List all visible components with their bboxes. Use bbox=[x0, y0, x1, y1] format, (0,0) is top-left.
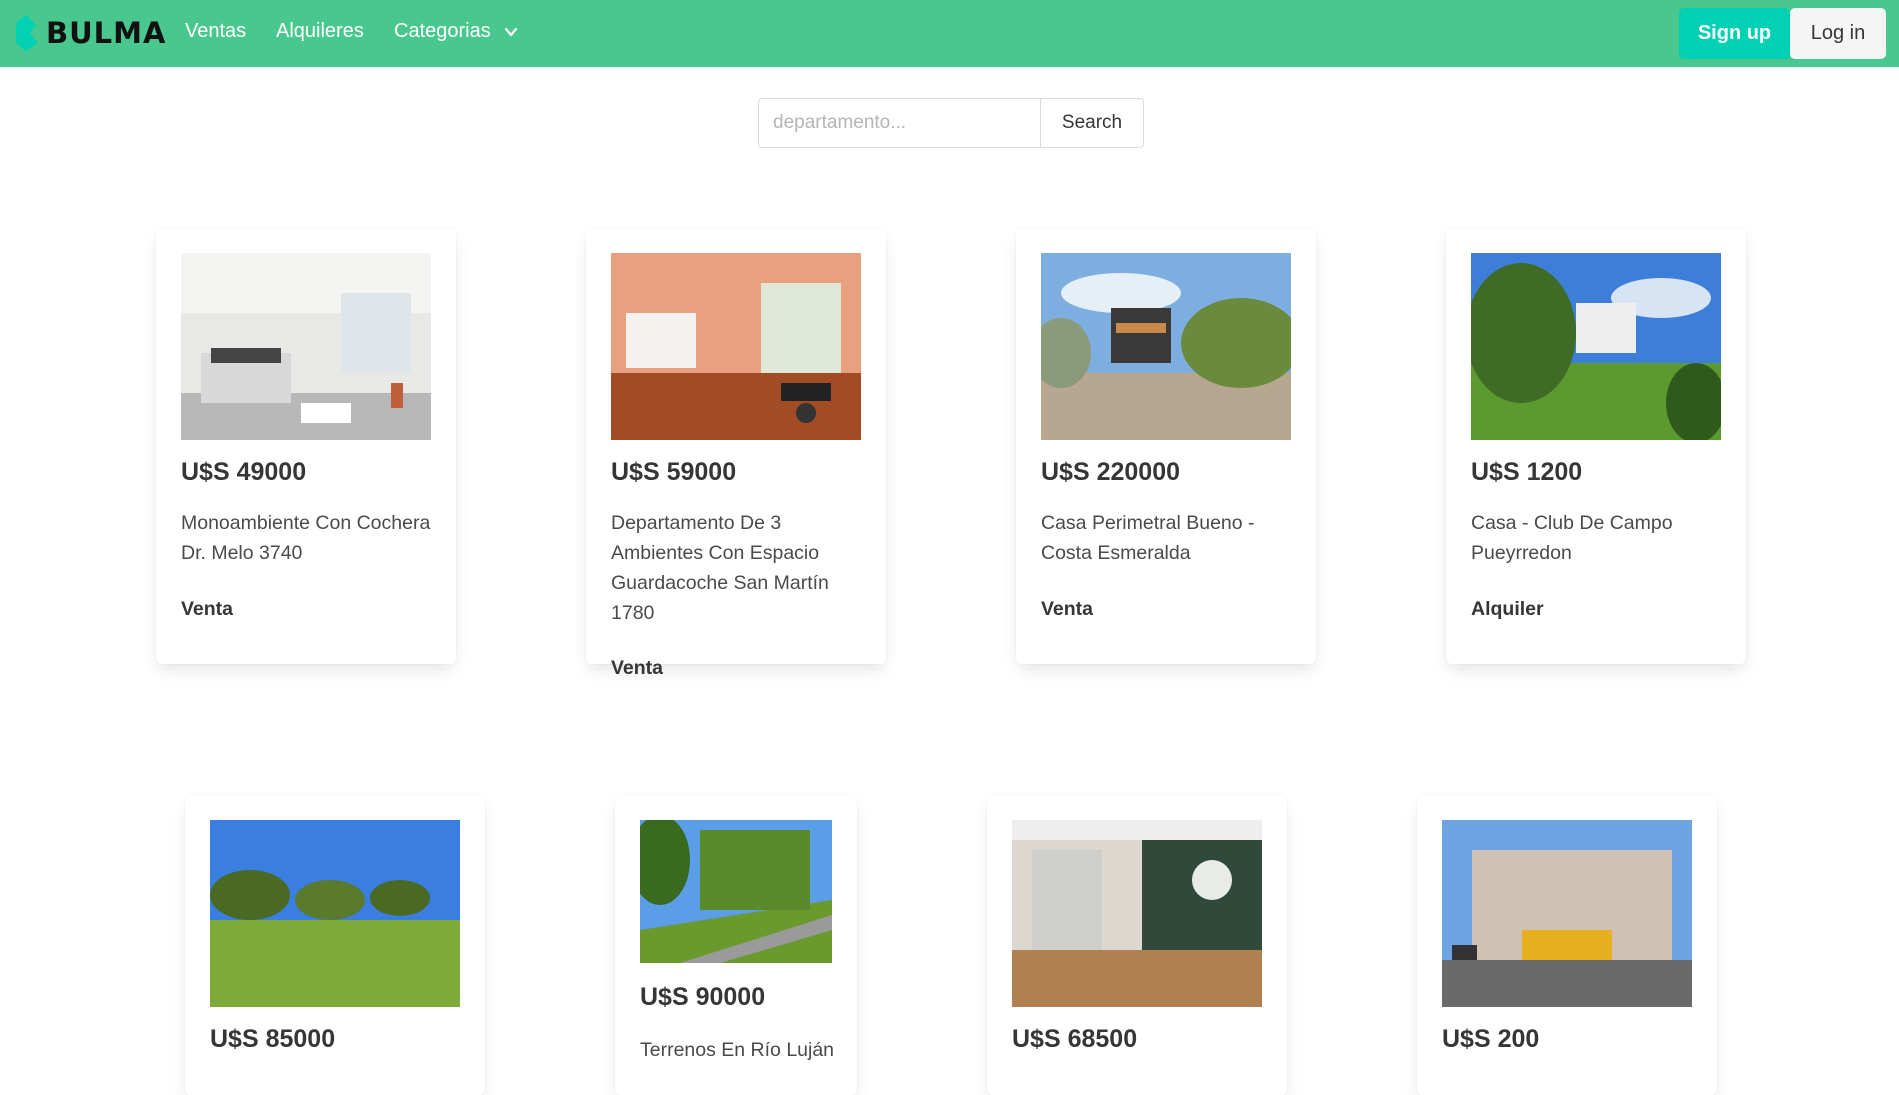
login-button[interactable]: Log in bbox=[1790, 8, 1886, 59]
listing-title[interactable]: Monoambiente Con Cochera Dr. Melo 3740 bbox=[181, 508, 431, 568]
listing-photo[interactable] bbox=[181, 253, 431, 440]
listing-title[interactable]: Departamento De 3 Ambientes Con Espacio … bbox=[611, 508, 861, 628]
listing-photo[interactable] bbox=[1471, 253, 1721, 440]
listing-card[interactable]: U$S 220000 Casa Perimetral Bueno - Costa… bbox=[1016, 228, 1316, 664]
listing-photo[interactable] bbox=[1442, 820, 1692, 1007]
listing-price: U$S 200 bbox=[1442, 1025, 1540, 1053]
listing-price: U$S 85000 bbox=[210, 1025, 336, 1053]
listing-card[interactable]: U$S 200 bbox=[1417, 795, 1717, 1095]
nav-item-categorias[interactable]: Categorias bbox=[394, 20, 519, 43]
brand-name: BULMA bbox=[46, 16, 167, 50]
bulma-logo-icon bbox=[16, 15, 38, 51]
search-button[interactable]: Search bbox=[1040, 98, 1144, 148]
nav-item-alquileres[interactable]: Alquileres bbox=[276, 20, 364, 43]
listing-type: Venta bbox=[181, 598, 234, 620]
listing-price: U$S 220000 bbox=[1041, 458, 1181, 486]
listing-price: U$S 49000 bbox=[181, 458, 307, 486]
listing-photo[interactable] bbox=[640, 820, 832, 963]
listing-title[interactable]: Casa Perimetral Bueno - Costa Esmeralda bbox=[1041, 508, 1291, 568]
listing-type: Venta bbox=[1041, 598, 1094, 620]
chevron-down-icon bbox=[504, 27, 517, 36]
signup-button[interactable]: Sign up bbox=[1679, 8, 1790, 59]
listing-photo[interactable] bbox=[611, 253, 861, 440]
listing-photo[interactable] bbox=[210, 820, 460, 1007]
listing-photo[interactable] bbox=[1041, 253, 1291, 440]
listing-price: U$S 59000 bbox=[611, 458, 737, 486]
listing-card[interactable]: U$S 49000 Monoambiente Con Cochera Dr. M… bbox=[156, 228, 456, 664]
listing-card[interactable]: U$S 85000 bbox=[185, 795, 485, 1095]
listing-card[interactable]: U$S 90000 Terrenos En Río Luján bbox=[615, 795, 857, 1095]
nav-item-categorias-label: Categorias bbox=[394, 20, 491, 42]
brand-logo[interactable]: BULMA bbox=[12, 8, 166, 58]
listing-card[interactable]: U$S 1200 Casa - Club De Campo Pueyrredon… bbox=[1446, 228, 1746, 664]
listing-title[interactable]: Terrenos En Río Luján bbox=[640, 1035, 840, 1065]
listing-card[interactable]: U$S 68500 bbox=[987, 795, 1287, 1095]
listing-price: U$S 1200 bbox=[1471, 458, 1583, 486]
nav-item-ventas[interactable]: Ventas bbox=[185, 20, 246, 43]
search-input[interactable] bbox=[758, 98, 1040, 148]
listing-title[interactable]: Casa - Club De Campo Pueyrredon bbox=[1471, 508, 1721, 568]
listing-type: Venta bbox=[611, 657, 664, 679]
navbar: BULMA Ventas Alquileres Categorias Sign … bbox=[0, 0, 1899, 67]
listing-price: U$S 90000 bbox=[640, 983, 766, 1011]
listing-card[interactable]: U$S 59000 Departamento De 3 Ambientes Co… bbox=[586, 228, 886, 679]
listing-photo[interactable] bbox=[1012, 820, 1262, 1007]
listing-type: Alquiler bbox=[1471, 598, 1544, 620]
listing-price: U$S 68500 bbox=[1012, 1025, 1138, 1053]
